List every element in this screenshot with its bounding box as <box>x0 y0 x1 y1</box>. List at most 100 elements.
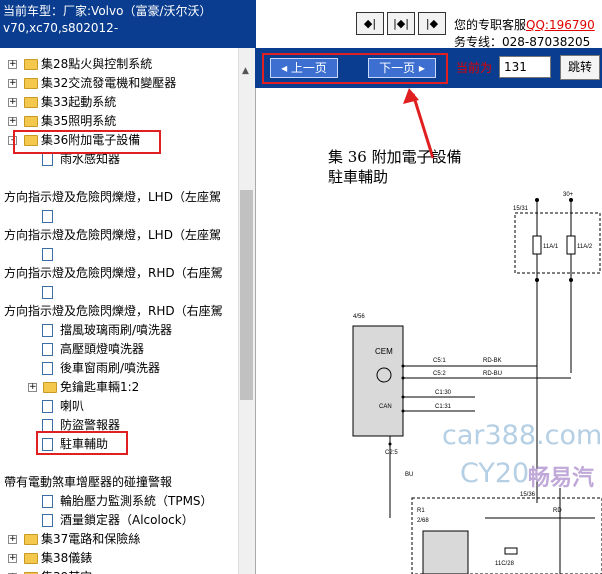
tree-item[interactable]: 方向指示燈及危險閃爍燈，RHD（右座駕 <box>0 264 238 283</box>
tree-item[interactable]: 輪胎壓力監測系統（TPMS） <box>0 492 238 511</box>
expand-icon[interactable]: + <box>8 554 17 563</box>
tree-item[interactable]: 後車窗雨刷/噴洗器 <box>0 359 238 378</box>
car-model-line1: 当前车型：厂家:Volvo（富豪/沃尔沃） <box>3 4 212 18</box>
catalog-tree: + 集28點火與控制系統 + 集32交流發電機和變壓器 + 集33起動系統 + 集35照明系統… <box>0 48 255 574</box>
tree-item[interactable] <box>0 283 238 302</box>
document-icon <box>42 400 53 413</box>
header-bar: 当前车型：厂家:Volvo（富豪/沃尔沃） v70,xc70,s802012- … <box>0 0 602 51</box>
document-icon <box>42 495 53 508</box>
r1-label: R1 <box>417 508 425 514</box>
folder-icon <box>24 116 38 127</box>
rd-bk-label: RD-BK <box>483 358 502 364</box>
tree-item[interactable]: + 集35照明系統 <box>0 112 238 131</box>
tree-item-label: 集35照明系統 <box>41 114 117 128</box>
can-label: CAN <box>379 404 392 410</box>
tree-item-label: 方向指示燈及危險閃爍燈，RHD（右座駕 <box>4 304 223 318</box>
document-icon <box>42 343 53 356</box>
car-model-line2: v70,xc70,s802012- <box>3 21 119 35</box>
tree-item[interactable] <box>0 207 238 226</box>
tree-item-label: 集32交流發電機和變壓器 <box>41 76 177 90</box>
tree-item[interactable]: 酒量鎖定器（Alcolock） <box>0 511 238 530</box>
c1-30-label: C1:30 <box>435 390 452 396</box>
rd-bu-label: RD-BU <box>483 371 502 377</box>
tree-item-label: 後車窗雨刷/噴洗器 <box>60 361 161 375</box>
tree-item[interactable]: + 集37電路和保險絲 <box>0 530 238 549</box>
folder-icon <box>24 534 38 545</box>
ref-15-36-label: 15/36 <box>520 492 536 498</box>
nav-last-button[interactable]: |◆ <box>418 12 446 35</box>
expand-icon[interactable]: + <box>8 98 17 107</box>
plus30-label: 30+ <box>563 192 574 198</box>
document-icon <box>42 210 53 223</box>
document-icon <box>42 286 53 299</box>
cem-label: CEM <box>375 347 393 356</box>
highlight-box-item <box>36 431 128 455</box>
tree-item[interactable]: + 集33起動系統 <box>0 93 238 112</box>
expand-icon[interactable]: + <box>28 383 37 392</box>
tree-item[interactable]: 高壓頭燈噴洗器 <box>0 340 238 359</box>
watermark-line1: car388.com <box>442 420 602 451</box>
wiring-diagram: 15/31 30+ 11A/1 11A/2 4/56 CEM CAN C5:1 … <box>352 192 602 574</box>
customer-service: 您的专职客服QQ:196790 务专线：028-87038205 <box>454 17 595 51</box>
fuse-c-label: 11C/28 <box>495 561 515 567</box>
document-icon <box>42 324 53 337</box>
tree-item-label: 集33起動系統 <box>41 95 117 109</box>
rd-label: RD <box>553 508 562 514</box>
folder-icon <box>24 78 38 89</box>
tree-item[interactable]: 方向指示燈及危險閃爍燈，LHD（左座駕 <box>0 226 238 245</box>
fuse-a-label: 11A/1 <box>543 244 559 250</box>
fuse-b-label: 11A/2 <box>577 244 593 250</box>
scrollbar-thumb[interactable] <box>240 190 253 400</box>
expand-icon[interactable]: + <box>8 60 17 69</box>
tree-item[interactable]: +集39其它 <box>0 568 238 574</box>
tree-item-label: 擋風玻璃雨刷/噴洗器 <box>60 323 173 337</box>
tree-item[interactable]: 喇叭 <box>0 397 238 416</box>
qq-link[interactable]: QQ:196790 <box>526 18 595 32</box>
tree-item[interactable]: 方向指示燈及危險閃爍燈，RHD（右座駕 <box>0 302 238 321</box>
folder-icon <box>24 59 38 70</box>
expand-icon[interactable]: + <box>8 79 17 88</box>
tree-item-label: 高壓頭燈噴洗器 <box>60 342 145 356</box>
bu-label: BU <box>405 472 413 478</box>
tree-item[interactable]: + 免鑰匙車輛1:2 <box>0 378 238 397</box>
tree-item[interactable]: 擋風玻璃雨刷/噴洗器 <box>0 321 238 340</box>
c5-2-label: C5:2 <box>433 371 446 377</box>
watermark-line3: 畅易汽 <box>528 466 595 491</box>
folder-icon <box>43 382 57 393</box>
tree-item-label: 酒量鎖定器（Alcolock） <box>60 513 194 527</box>
tree-item[interactable] <box>0 245 238 264</box>
tree-item[interactable]: + 集32交流發電機和變壓器 <box>0 74 238 93</box>
expand-icon[interactable]: + <box>8 535 17 544</box>
scroll-up-icon[interactable]: ▲ <box>242 66 249 76</box>
tree-item-label: 免鑰匙車輛1:2 <box>60 380 140 394</box>
watermark-line2: CY20 <box>460 458 530 489</box>
tree-item-label: 方向指示燈及危險閃爍燈，LHD（左座駕 <box>4 190 221 204</box>
cem-ref-label: 4/56 <box>353 314 365 320</box>
tree-item-label: 集28點火與控制系統 <box>41 57 153 71</box>
page-nav-highlight <box>262 53 448 84</box>
tree-item[interactable]: 方向指示燈及危險閃爍燈，LHD（左座駕 <box>0 188 238 207</box>
tree-item-label: 方向指示燈及危險閃爍燈，RHD（右座駕 <box>4 266 223 280</box>
nav-first-button[interactable]: ◆| <box>356 12 384 35</box>
tree-item-label: 集38儀錶 <box>41 551 93 565</box>
c5-1-label: C5:1 <box>433 358 446 364</box>
c1-31-label: C1:31 <box>435 404 452 410</box>
service-label: 您的专职客服 <box>454 18 527 32</box>
current-page-label: 当前为 <box>456 61 493 75</box>
tree-item-label: 集37電路和保險絲 <box>41 532 141 546</box>
tree-item-label: 輪胎壓力監測系統（TPMS） <box>60 494 213 508</box>
tree-item-label: 喇叭 <box>60 399 85 413</box>
document-icon <box>42 153 53 166</box>
tree-item[interactable]: 帶有電動煞車增壓器的碰撞警報 <box>0 473 238 492</box>
tree-item[interactable]: + 集38儀錶 <box>0 549 238 568</box>
page-number-input[interactable] <box>499 56 551 78</box>
jump-button[interactable]: 跳转 <box>560 55 600 80</box>
r1-ref-label: 2/68 <box>417 518 429 524</box>
current-car-model: 当前车型：厂家:Volvo（富豪/沃尔沃） v70,xc70,s802012- <box>0 0 256 48</box>
folder-icon <box>24 553 38 564</box>
tree-item[interactable]: + 集28點火與控制系統 <box>0 55 238 74</box>
document-icon <box>42 248 53 261</box>
tree-item-label: 帶有電動煞車增壓器的碰撞警報 <box>4 475 173 489</box>
nav-both-button[interactable]: |◆| <box>387 12 415 35</box>
expand-icon[interactable]: + <box>8 117 17 126</box>
